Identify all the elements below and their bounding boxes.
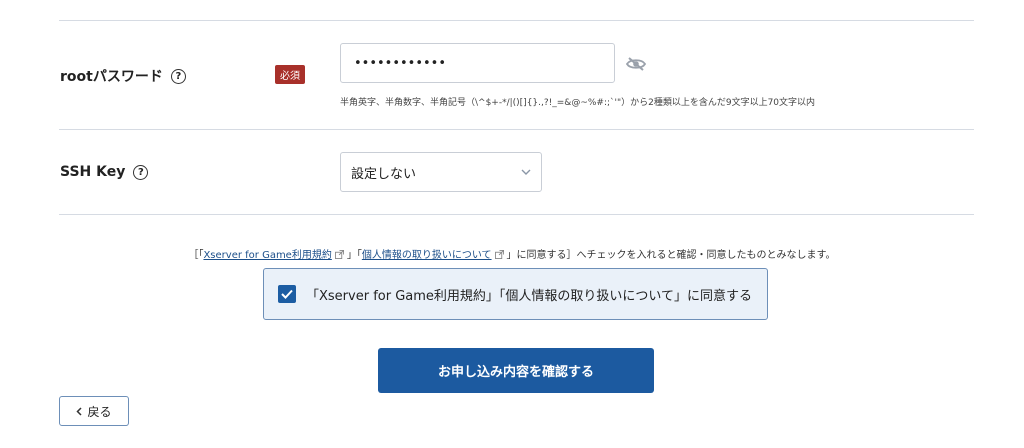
checkmark-icon bbox=[281, 289, 293, 299]
help-icon[interactable]: ? bbox=[133, 164, 149, 180]
divider bbox=[59, 20, 974, 21]
back-button-label: 戻る bbox=[87, 404, 112, 419]
password-hint: 半角英字、半角数字、半角記号（\^$+-*/|()[]{}.,?!_=&@~%#… bbox=[340, 98, 816, 108]
ssh-key-label: SSH Key bbox=[60, 164, 126, 180]
notice-text: 」に同意する］へチェックを入れると確認・同意したものとみなします。 bbox=[506, 250, 836, 261]
back-button[interactable]: 戻る bbox=[59, 396, 129, 426]
chevron-down-icon bbox=[521, 169, 531, 175]
notice-text: ［「 bbox=[188, 250, 204, 261]
ssh-key-selected-value: 設定しない bbox=[351, 166, 417, 182]
confirm-application-button[interactable]: お申し込み内容を確認する bbox=[378, 348, 654, 393]
notice-text: 」「 bbox=[346, 250, 362, 261]
external-link-icon bbox=[494, 250, 504, 259]
external-link-icon bbox=[334, 250, 344, 259]
ssh-key-select[interactable]: 設定しない bbox=[340, 152, 542, 192]
form-stage: rootパスワード ? 必須 •••••••••••• 半角英字、半角数字、半角… bbox=[0, 0, 1024, 448]
ssh-key-label-group: SSH Key ? bbox=[60, 164, 149, 180]
eye-slash-icon[interactable] bbox=[626, 56, 646, 72]
agree-checkbox-label: 「Xserver for Game利用規約」「個人情報の取り扱いについて」に同意… bbox=[306, 288, 753, 304]
terms-notice: ［「Xserver for Game利用規約 」「個人情報の取り扱いについて 」に同… bbox=[0, 246, 1024, 261]
terms-link[interactable]: Xserver for Game利用規約 bbox=[203, 250, 331, 261]
privacy-link[interactable]: 個人情報の取り扱いについて bbox=[362, 250, 492, 261]
root-password-input[interactable]: •••••••••••• bbox=[340, 43, 615, 83]
help-icon[interactable]: ? bbox=[170, 68, 186, 84]
chevron-left-icon bbox=[76, 406, 83, 416]
divider bbox=[59, 214, 974, 215]
agree-checkbox[interactable] bbox=[278, 285, 296, 303]
required-badge: 必須 bbox=[275, 65, 305, 84]
root-password-label-group: rootパスワード ? bbox=[60, 66, 186, 86]
divider bbox=[59, 129, 974, 130]
agree-checkbox-panel[interactable]: 「Xserver for Game利用規約」「個人情報の取り扱いについて」に同意… bbox=[263, 268, 768, 320]
root-password-label: rootパスワード bbox=[60, 69, 163, 85]
